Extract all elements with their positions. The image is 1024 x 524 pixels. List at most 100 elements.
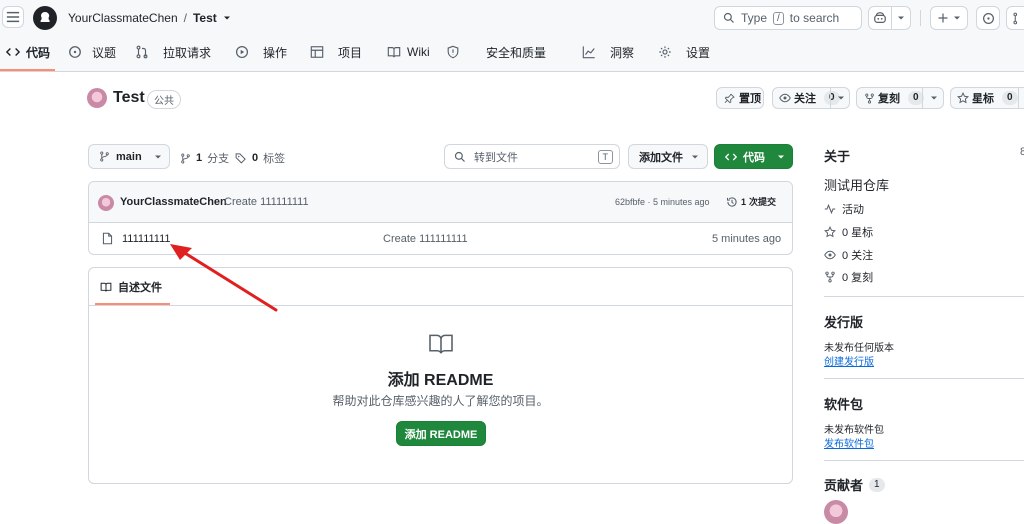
- pin-icon: [724, 93, 735, 104]
- issues-button[interactable]: [976, 6, 1000, 30]
- branch-selector[interactable]: main: [88, 144, 170, 169]
- branches-link[interactable]: 1 分支: [180, 150, 229, 166]
- copilot-button[interactable]: [868, 6, 892, 30]
- code-icon: [725, 151, 737, 163]
- arrow-head: [170, 244, 192, 260]
- file-commit-message[interactable]: Create 111111111: [383, 233, 468, 245]
- add-file-button[interactable]: 添加文件: [628, 144, 708, 169]
- star-count: 0: [1002, 91, 1018, 105]
- hamburger-icon: [6, 10, 20, 24]
- pin-label: 置顶: [739, 90, 761, 106]
- tab-label: 设置: [686, 44, 710, 61]
- sidebar-divider: [824, 378, 1024, 379]
- tab-label: 项目: [338, 44, 362, 61]
- chevron-down-icon[interactable]: [223, 14, 231, 22]
- file-name[interactable]: 111111111: [122, 233, 171, 245]
- eye-icon: [779, 92, 791, 104]
- add-readme-button[interactable]: 添加 README: [396, 421, 486, 446]
- copilot-icon: [873, 11, 887, 25]
- packages-heading[interactable]: 软件包: [824, 394, 863, 413]
- publish-package-link[interactable]: 发布软件包: [824, 435, 874, 450]
- pulse-icon: [824, 203, 836, 215]
- play-icon: [235, 45, 249, 59]
- menu-button[interactable]: [2, 6, 24, 28]
- branch-name: main: [116, 151, 142, 163]
- repo-avatar[interactable]: [87, 88, 107, 108]
- owner-link[interactable]: YourClassmateChen: [68, 11, 178, 25]
- contributors-heading-row[interactable]: 贡献者 1: [824, 475, 885, 494]
- author-avatar[interactable]: [98, 195, 114, 211]
- tab-settings[interactable]: 设置: [658, 38, 710, 66]
- code-label: 代码: [743, 149, 765, 165]
- branch-label: 分支: [207, 150, 229, 166]
- tags-link[interactable]: 0 标签: [235, 150, 285, 166]
- shield-icon: [446, 45, 460, 59]
- tab-wiki[interactable]: Wiki: [387, 38, 430, 66]
- button-divider: [922, 88, 923, 108]
- create-new-button[interactable]: [930, 6, 968, 30]
- tab-actions[interactable]: 操作: [235, 38, 287, 66]
- path-separator: /: [184, 11, 187, 25]
- pull-requests-button[interactable]: [1006, 6, 1024, 30]
- tab-pull-requests[interactable]: 拉取请求: [135, 38, 211, 66]
- tab-projects[interactable]: 项目: [310, 38, 362, 66]
- tab-label: Wiki: [407, 45, 430, 59]
- tab-label: 操作: [263, 44, 287, 61]
- activity-label: 活动: [842, 201, 864, 217]
- search-input[interactable]: Type / to search: [714, 6, 862, 30]
- create-release-link[interactable]: 创建发行版: [824, 353, 874, 368]
- history-icon: [726, 196, 738, 208]
- book-icon: [387, 45, 401, 59]
- commits-history-link[interactable]: 1 次提交: [726, 195, 776, 208]
- fork-button[interactable]: 复刻 0: [856, 87, 944, 109]
- readme-tab[interactable]: 自述文件: [100, 279, 162, 295]
- star-button[interactable]: 星标 0: [950, 87, 1024, 109]
- global-header: YourClassmateChen / Test Type / to searc…: [0, 0, 1024, 72]
- copilot-menu-button[interactable]: [891, 6, 911, 30]
- tab-security[interactable]: 安全和质量: [446, 38, 546, 66]
- stars-link[interactable]: 0 星标: [824, 224, 873, 240]
- fork-label: 复刻: [878, 90, 900, 106]
- forks-link[interactable]: 0 复刻: [824, 269, 873, 285]
- commit-message[interactable]: Create 111111111: [224, 196, 309, 208]
- pull-request-icon: [1012, 12, 1024, 25]
- readme-tab-label: 自述文件: [118, 279, 162, 295]
- commit-author[interactable]: YourClassmateChen: [120, 196, 227, 208]
- search-placeholder-type: Type: [741, 11, 767, 25]
- button-divider: [830, 88, 831, 108]
- releases-empty: 未发布任何版本: [824, 339, 894, 354]
- tab-issues[interactable]: 议题: [68, 38, 116, 66]
- code-icon: [6, 45, 20, 59]
- tab-label: 代码: [26, 44, 50, 61]
- github-logo[interactable]: [33, 6, 57, 30]
- watchers-link[interactable]: 0 关注: [824, 247, 873, 263]
- contributor-avatar[interactable]: [824, 500, 848, 524]
- chevron-down-icon: [953, 14, 961, 22]
- star-icon: [824, 226, 836, 238]
- chevron-down-icon: [154, 153, 162, 161]
- tag-label: 标签: [263, 150, 285, 166]
- file-icon: [101, 232, 114, 245]
- watch-button[interactable]: 关注 0: [772, 87, 850, 109]
- about-edit-edge[interactable]: 8: [1020, 146, 1024, 158]
- activity-link[interactable]: 活动: [824, 201, 864, 217]
- tab-label: 安全和质量: [486, 44, 546, 61]
- repo-link[interactable]: Test: [193, 11, 217, 25]
- goto-file-input[interactable]: 转到文件 T: [444, 144, 620, 169]
- branch-icon: [180, 153, 191, 164]
- commits-count: 1: [741, 197, 746, 207]
- tab-label: 拉取请求: [163, 44, 211, 61]
- code-button[interactable]: 代码: [714, 144, 793, 169]
- tab-code[interactable]: 代码: [6, 38, 50, 66]
- tab-insights[interactable]: 洞察: [582, 38, 634, 66]
- about-heading: 关于: [824, 146, 850, 165]
- star-label: 星标: [972, 90, 994, 106]
- releases-heading[interactable]: 发行版: [824, 312, 863, 331]
- repo-title[interactable]: Test: [113, 89, 145, 107]
- latest-commit-bar: YourClassmateChen Create 111111111 62bfb…: [89, 182, 793, 223]
- stars-label: 0 星标: [842, 224, 873, 240]
- graph-icon: [582, 45, 596, 59]
- pin-button[interactable]: 置顶: [716, 87, 764, 109]
- commit-hash-time[interactable]: 62bfbfe · 5 minutes ago: [615, 197, 710, 207]
- branch-count: 1: [196, 152, 202, 164]
